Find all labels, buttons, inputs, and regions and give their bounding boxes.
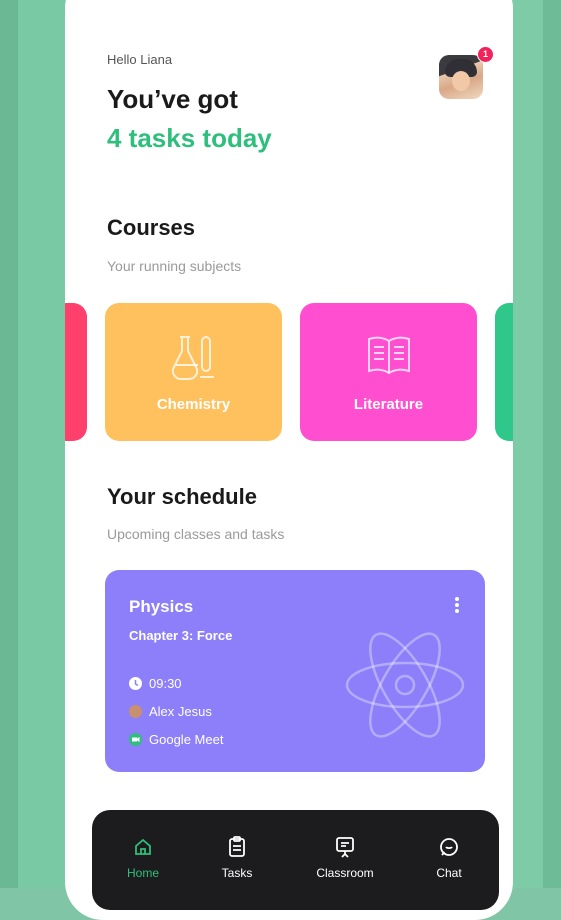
home-icon bbox=[108, 834, 178, 860]
phone-screen: Hello Liana You’ve got 4 tasks today 1 C… bbox=[65, 0, 513, 920]
clipboard-icon bbox=[202, 834, 272, 860]
courses-title: Courses bbox=[107, 215, 196, 240]
courses-subtitle: Your running subjects bbox=[107, 258, 242, 274]
nav-item-classroom[interactable]: Classroom bbox=[310, 834, 380, 880]
chat-icon bbox=[414, 834, 484, 860]
book-icon bbox=[300, 333, 477, 383]
course-label-literature: Literature bbox=[353, 396, 424, 413]
schedule-time-row: 09:30 bbox=[129, 676, 182, 691]
schedule-platform: Google Meet bbox=[149, 732, 224, 747]
schedule-teacher-row: Alex Jesus bbox=[129, 704, 212, 719]
course-card-partial-left[interactable] bbox=[65, 303, 87, 441]
flask-icon bbox=[105, 333, 282, 387]
schedule-title: Your schedule bbox=[107, 484, 257, 509]
presentation-icon bbox=[310, 834, 380, 860]
course-card-literature[interactable]: Literature bbox=[300, 303, 477, 441]
schedule-chapter: Chapter 3: Force bbox=[129, 628, 233, 643]
nav-item-home[interactable]: Home bbox=[108, 834, 178, 880]
nav-item-tasks[interactable]: Tasks bbox=[202, 834, 272, 880]
nav-label-tasks: Tasks bbox=[221, 866, 253, 880]
course-card-partial-right[interactable] bbox=[495, 303, 513, 441]
greeting-text: Hello Liana bbox=[107, 52, 173, 67]
course-card-chemistry[interactable]: Chemistry bbox=[105, 303, 282, 441]
schedule-subtitle: Upcoming classes and tasks bbox=[107, 526, 285, 542]
nav-label-chat: Chat bbox=[436, 866, 462, 880]
bottom-nav-bar: Home Tasks Classroom Chat bbox=[92, 810, 499, 910]
more-options-icon[interactable] bbox=[453, 596, 461, 615]
google-meet-icon bbox=[129, 733, 142, 746]
course-label-chemistry: Chemistry bbox=[156, 396, 231, 413]
schedule-subject: Physics bbox=[129, 597, 194, 616]
nav-item-chat[interactable]: Chat bbox=[414, 834, 484, 880]
notification-badge: 1 bbox=[477, 46, 494, 63]
schedule-platform-row: Google Meet bbox=[129, 732, 223, 747]
nav-label-home: Home bbox=[126, 866, 159, 880]
headline-line1: You’ve got bbox=[107, 84, 238, 114]
schedule-teacher: Alex Jesus bbox=[149, 704, 212, 719]
schedule-time: 09:30 bbox=[149, 676, 182, 691]
avatar-face bbox=[452, 71, 470, 91]
clock-icon bbox=[129, 677, 142, 690]
headline-tasks-count: 4 tasks today bbox=[107, 123, 272, 153]
schedule-card-physics[interactable]: Physics Chapter 3: Force 09:30 Alex Jesu… bbox=[105, 570, 485, 772]
background-panel-right-inner bbox=[513, 0, 543, 888]
nav-label-classroom: Classroom bbox=[316, 866, 374, 880]
avatar[interactable] bbox=[439, 55, 483, 99]
teacher-avatar-icon bbox=[129, 705, 142, 718]
atom-icon bbox=[340, 620, 470, 755]
